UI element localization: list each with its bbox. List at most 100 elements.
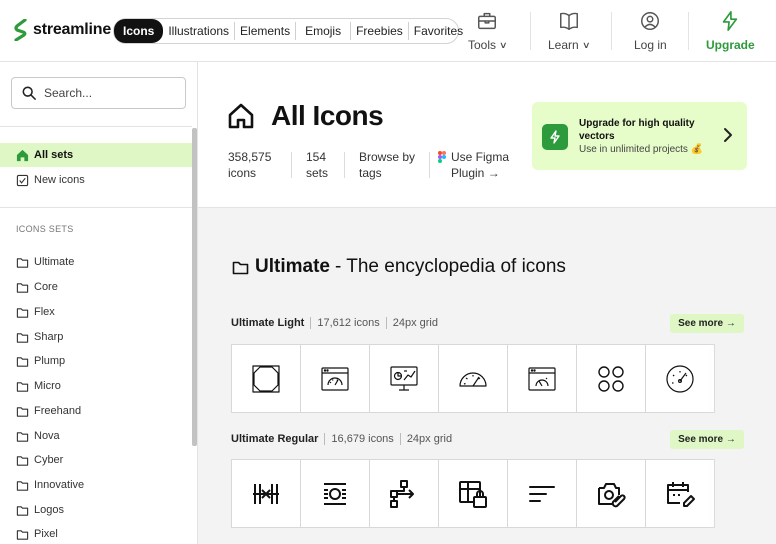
sidebar-item-logos[interactable]: Logos	[0, 498, 192, 522]
icon-cell[interactable]	[438, 459, 508, 528]
sidebar-item-innovative[interactable]: Innovative	[0, 473, 192, 497]
folder-icon	[16, 431, 29, 442]
align-columns-icon	[253, 483, 279, 504]
icon-cell[interactable]	[300, 459, 370, 528]
monitor-chart-icon	[390, 365, 418, 391]
sidebar-item-sharp[interactable]: Sharp	[0, 325, 192, 349]
learn-label: Learn	[548, 38, 579, 52]
set-grid: 24px grid	[406, 433, 453, 445]
stat-divider	[344, 152, 345, 178]
promo-subtitle: Use in unlimited projects 💰	[579, 144, 704, 155]
icon-cell[interactable]	[438, 344, 508, 413]
nav-freebies[interactable]: Freebies	[351, 22, 409, 40]
icon-sets-heading: ICONS SETS	[16, 224, 74, 234]
user-circle-icon	[641, 12, 660, 30]
sidebar-item-label: Flex	[34, 306, 55, 318]
folder-icon	[16, 282, 29, 293]
tools-menu[interactable]: Tools ∨	[468, 10, 508, 52]
sidebar-item-all-sets[interactable]: All sets	[0, 143, 192, 167]
upgrade-link[interactable]: Upgrade	[706, 10, 755, 52]
login-link[interactable]: Log in	[634, 10, 667, 52]
icon-cell[interactable]	[369, 344, 439, 413]
icon-cell[interactable]	[645, 344, 715, 413]
nav-elements[interactable]: Elements	[235, 22, 297, 40]
stat-divider	[429, 152, 430, 178]
sidebar-item-label: Micro	[34, 380, 61, 392]
home-outline-icon	[228, 103, 254, 129]
sidebar-item-label: Freehand	[34, 405, 82, 417]
book-icon	[559, 12, 578, 30]
sidebar-item-cyber[interactable]: Cyber	[0, 448, 192, 472]
streamline-logo-icon	[14, 19, 27, 41]
sidebar-item-micro[interactable]: Micro	[0, 374, 192, 398]
nav-icons[interactable]: Icons	[114, 19, 164, 43]
octagon-frame-icon	[252, 364, 280, 393]
nav-illustrations[interactable]: Illustrations	[163, 22, 236, 40]
sidebar-divider	[0, 207, 192, 208]
set-header-divider	[399, 433, 401, 445]
sidebar-item-label: Nova	[34, 430, 60, 442]
icon-cell[interactable]	[576, 459, 646, 528]
row-fade-overlay	[706, 459, 776, 529]
set-header-divider	[324, 433, 326, 445]
icon-cell[interactable]	[645, 459, 715, 528]
browse-line-2: tags	[359, 166, 382, 180]
icon-cell[interactable]	[231, 344, 301, 413]
nav-emojis[interactable]: Emojis	[296, 22, 352, 40]
sidebar-item-freehand[interactable]: Freehand	[0, 399, 192, 423]
sidebar-item-label: Innovative	[34, 479, 85, 491]
sidebar-item-label: Sharp	[34, 331, 64, 343]
set-header-ultimate-light: Ultimate Light 17,612 icons 24px grid	[231, 317, 438, 329]
sidebar-item-label: Plump	[34, 355, 66, 367]
promo-badge	[542, 124, 568, 150]
set-name[interactable]: Ultimate Light	[231, 317, 304, 329]
learn-menu[interactable]: Learn ∨	[548, 10, 590, 52]
nav-favorites[interactable]: Favorites	[409, 22, 468, 40]
sidebar-item-new-icons[interactable]: New icons	[0, 168, 192, 192]
icon-cell[interactable]	[576, 344, 646, 413]
sidebar-item-flex[interactable]: Flex	[0, 300, 192, 324]
section-title-rest: - The encyclopedia of icons	[334, 256, 566, 277]
nav-divider	[611, 12, 612, 50]
stat-sets-label: sets	[306, 166, 329, 180]
icon-cell[interactable]	[507, 344, 577, 413]
checkbox-icon	[16, 174, 29, 186]
figma-plugin-link[interactable]: Use Figma Plugin →	[438, 149, 509, 181]
stat-sets-value: 154	[306, 150, 327, 164]
sidebar-item-core[interactable]: Core	[0, 275, 192, 299]
see-more-button[interactable]: See more →	[670, 314, 744, 333]
section-title: Ultimate - The encyclopedia of icons	[232, 256, 566, 278]
product-nav: Icons Illustrations Elements Emojis Free…	[113, 18, 463, 44]
search-box[interactable]	[11, 77, 186, 109]
stat-icons-value: 358,575	[228, 150, 272, 164]
sidebar-item-plump[interactable]: Plump	[0, 349, 192, 373]
icon-cell[interactable]	[300, 344, 370, 413]
table-lock-icon	[459, 480, 487, 508]
set-name[interactable]: Ultimate Regular	[231, 433, 318, 445]
folder-icon	[232, 261, 249, 274]
icon-cell[interactable]	[231, 459, 301, 528]
upgrade-promo-card[interactable]: Upgrade for high quality vectors Use in …	[532, 102, 747, 170]
sidebar-scrollbar[interactable]	[192, 128, 197, 446]
sidebar-item-nova[interactable]: Nova	[0, 424, 192, 448]
set-header-divider	[385, 317, 387, 329]
folder-icon	[16, 356, 29, 367]
icon-cell[interactable]	[507, 459, 577, 528]
folder-icon	[16, 480, 29, 491]
calendar-edit-icon	[667, 481, 695, 507]
icon-cell[interactable]	[369, 459, 439, 528]
four-circles-icon	[598, 365, 624, 392]
section-title-bold: Ultimate	[255, 256, 330, 277]
streamline-logo[interactable]: streamline	[14, 19, 111, 41]
hero: All Icons 358,575 icons 154 sets Browse …	[198, 62, 776, 208]
gauge-circle-icon	[666, 364, 694, 393]
home-icon	[16, 149, 29, 161]
folder-icon	[16, 406, 29, 417]
folder-icon	[16, 505, 29, 516]
see-more-button[interactable]: See more →	[670, 430, 744, 449]
folder-icon	[16, 381, 29, 392]
sidebar-item-ultimate[interactable]: Ultimate	[0, 250, 192, 274]
browse-tags-link[interactable]: Browse by tags	[359, 149, 415, 181]
search-input[interactable]	[44, 86, 174, 100]
sidebar-item-pixel[interactable]: Pixel	[0, 522, 192, 544]
